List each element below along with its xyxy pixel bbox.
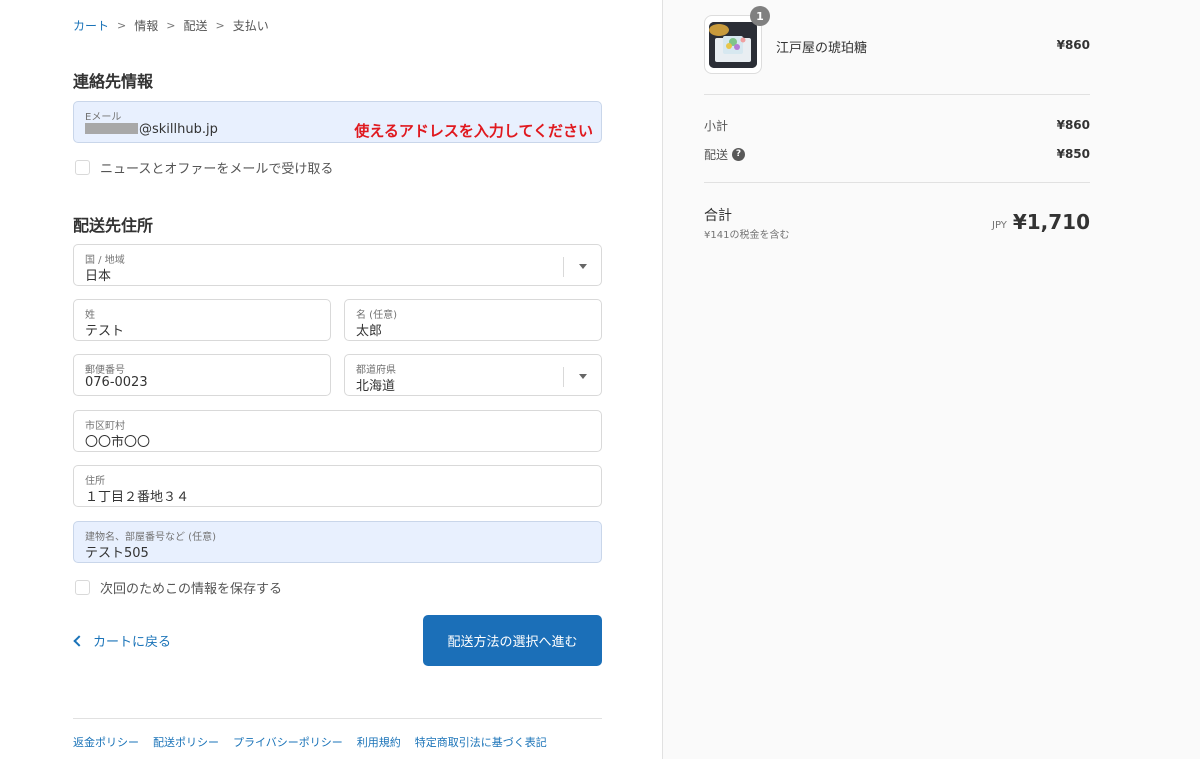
shipping-section-title: 配送先住所: [73, 216, 154, 235]
breadcrumb-shipping: 配送: [183, 19, 208, 33]
question-icon[interactable]: ?: [732, 148, 746, 161]
product-name: 江戸屋の琥珀糖: [776, 41, 868, 56]
subtotal-value: ¥860: [1056, 118, 1090, 132]
address-value: １丁目２番地３４: [85, 490, 190, 505]
country-select[interactable]: 国 / 地域 日本: [73, 244, 602, 286]
first-name-field[interactable]: 名 (任意) 太郎: [344, 299, 602, 341]
shipping-cost-value: ¥850: [1056, 147, 1090, 161]
breadcrumb-separator: >: [117, 19, 127, 32]
quantity-badge: 1: [750, 6, 770, 26]
subtotal-label: 小計: [704, 119, 729, 133]
prefecture-select[interactable]: 都道府県 北海道: [344, 354, 602, 396]
save-info-label: 次回のためこの情報を保存する: [100, 582, 283, 597]
breadcrumb-separator: >: [215, 19, 225, 32]
country-value: 日本: [85, 269, 112, 284]
total-amount: ¥1,710: [1012, 210, 1090, 234]
breadcrumb: カート > 情報 > 配送 > 支払い: [73, 17, 269, 34]
address-field[interactable]: 住所 １丁目２番地３４: [73, 465, 602, 507]
shipping-cost-label: 配送: [704, 148, 729, 162]
city-field[interactable]: 市区町村 〇〇市〇〇: [73, 410, 602, 452]
building-label: 建物名、部屋番号など (任意): [85, 532, 216, 543]
postal-code-value: 076-0023: [85, 375, 148, 390]
contact-section-title: 連絡先情報: [73, 72, 154, 91]
footer-link-privacy[interactable]: プライバシーポリシー: [233, 734, 343, 750]
footer-link-shipping[interactable]: 配送ポリシー: [153, 734, 219, 750]
newsletter-label: ニュースとオファーをメールで受け取る: [100, 162, 334, 177]
prefecture-label: 都道府県: [356, 365, 396, 376]
city-value: 〇〇市〇〇: [85, 435, 151, 450]
email-annotation: 使えるアドレスを入力してください: [354, 122, 593, 140]
product-image: [709, 22, 757, 68]
footer-divider: [73, 718, 602, 719]
breadcrumb-information: 情報: [134, 19, 159, 33]
product-price: ¥860: [1056, 38, 1090, 52]
shipping-cost-row: 配送 ?: [704, 146, 746, 163]
footer-link-commerce-law[interactable]: 特定商取引法に基づく表記: [415, 734, 547, 750]
newsletter-option[interactable]: ニュースとオファーをメールで受け取る: [75, 158, 333, 177]
email-redaction: [85, 123, 138, 134]
first-name-value: 太郎: [356, 324, 383, 339]
last-name-value: テスト: [85, 324, 125, 339]
total-label: 合計: [704, 208, 732, 224]
last-name-field[interactable]: 姓 テスト: [73, 299, 331, 341]
building-value: テスト505: [85, 546, 149, 561]
prefecture-value: 北海道: [356, 379, 396, 394]
country-label: 国 / 地域: [85, 255, 125, 266]
first-name-label: 名 (任意): [356, 310, 397, 321]
chevron-down-icon: [579, 264, 587, 269]
newsletter-checkbox[interactable]: [75, 160, 90, 175]
product-photo-icon: [709, 22, 757, 68]
building-field[interactable]: 建物名、部屋番号など (任意) テスト505: [73, 521, 602, 563]
footer-link-terms[interactable]: 利用規約: [357, 734, 401, 750]
product-thumbnail: 1: [704, 6, 770, 74]
breadcrumb-cart[interactable]: カート: [73, 17, 109, 34]
postal-code-field[interactable]: 郵便番号 076-0023: [73, 354, 331, 396]
chevron-down-icon: [579, 374, 587, 379]
summary-divider: [704, 182, 1090, 183]
last-name-label: 姓: [85, 310, 95, 321]
address-label: 住所: [85, 476, 105, 487]
email-field-value: @skillhub.jp: [85, 122, 218, 137]
email-field-label: Eメール: [85, 112, 122, 123]
select-divider: [563, 257, 564, 277]
breadcrumb-payment: 支払い: [232, 19, 269, 33]
email-field[interactable]: Eメール @skillhub.jp 使えるアドレスを入力してください: [73, 101, 602, 143]
tax-note: ¥141の税金を含む: [704, 230, 790, 241]
city-label: 市区町村: [85, 421, 125, 432]
chevron-left-icon: [73, 635, 85, 647]
back-to-cart-label: カートに戻る: [93, 635, 172, 650]
checkout-main-panel: カート > 情報 > 配送 > 支払い 連絡先情報 Eメール @skillhub…: [0, 0, 662, 759]
select-divider: [563, 367, 564, 387]
summary-divider: [704, 94, 1090, 95]
total-currency: JPY: [992, 220, 1007, 231]
policy-footer: 返金ポリシー 配送ポリシー プライバシーポリシー 利用規約 特定商取引法に基づく…: [73, 734, 561, 750]
save-info-checkbox[interactable]: [75, 580, 90, 595]
order-summary-panel: [662, 0, 1200, 759]
back-to-cart-link[interactable]: カートに戻る: [73, 631, 172, 650]
footer-link-refund[interactable]: 返金ポリシー: [73, 734, 139, 750]
continue-to-shipping-button[interactable]: 配送方法の選択へ進む: [423, 615, 602, 666]
breadcrumb-separator: >: [166, 19, 176, 32]
save-info-option[interactable]: 次回のためこの情報を保存する: [75, 578, 282, 597]
postal-code-label: 郵便番号: [85, 365, 125, 376]
email-domain: @skillhub.jp: [139, 122, 218, 137]
